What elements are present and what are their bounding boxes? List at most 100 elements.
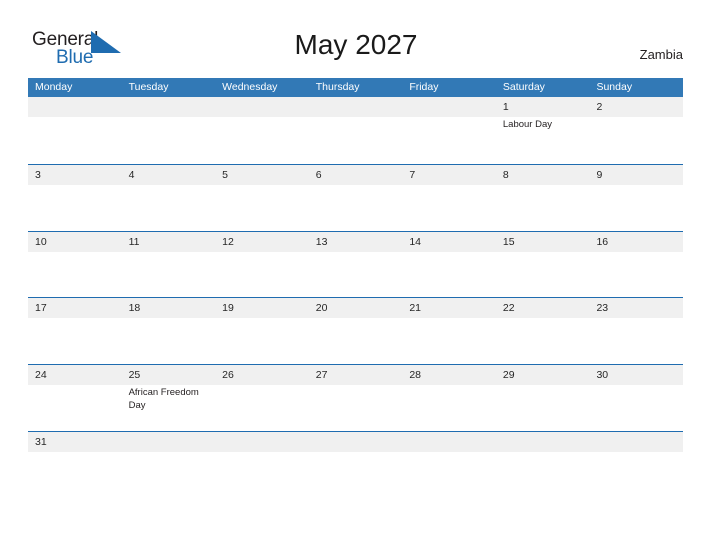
calendar-day-cell-empty bbox=[122, 432, 216, 453]
day-number bbox=[222, 432, 305, 452]
day-number bbox=[129, 97, 212, 117]
day-number: 5 bbox=[222, 168, 228, 181]
calendar-weeks: 1 Labour Day 2 3 4 5 6 7 8 9 10 11 12 13 14 15 16 17 18 19 2… bbox=[28, 97, 683, 453]
page-header: General Blue May 2027 Zambia bbox=[0, 0, 712, 78]
calendar-day-cell[interactable]: 15 bbox=[496, 232, 590, 298]
calendar-day-cell[interactable]: 30 bbox=[589, 365, 683, 431]
day-number: 23 bbox=[596, 302, 609, 315]
day-number bbox=[129, 432, 212, 452]
weekday-header-row: Monday Tuesday Wednesday Thursday Friday… bbox=[28, 78, 683, 97]
calendar-day-cell-empty bbox=[215, 97, 309, 164]
day-number bbox=[409, 432, 492, 452]
day-number bbox=[409, 97, 492, 117]
calendar-day-cell[interactable]: 13 bbox=[309, 232, 403, 298]
calendar-day-cell[interactable]: 31 bbox=[28, 432, 122, 453]
calendar-day-cell-empty bbox=[309, 97, 403, 164]
week-day-cells: 24 25 African Freedom Day 26 27 28 29 30 bbox=[28, 365, 683, 431]
day-number: 8 bbox=[502, 168, 509, 181]
calendar-day-cell[interactable]: 6 bbox=[309, 165, 403, 231]
calendar-day-cell[interactable]: 2 bbox=[589, 97, 683, 164]
week-day-cells: 31 bbox=[28, 432, 683, 453]
calendar-day-cell-empty bbox=[496, 432, 590, 453]
calendar-day-cell-empty bbox=[402, 432, 496, 453]
calendar-day-cell[interactable]: 4 bbox=[122, 165, 216, 231]
day-number: 22 bbox=[502, 302, 515, 315]
day-number: 4 bbox=[128, 168, 135, 181]
weekday-saturday: Saturday bbox=[502, 81, 545, 93]
calendar-day-cell[interactable]: 28 bbox=[402, 365, 496, 431]
day-number: 19 bbox=[222, 302, 234, 315]
day-number: 25 bbox=[128, 369, 141, 382]
weekday-tuesday: Tuesday bbox=[128, 81, 169, 93]
day-number: 12 bbox=[222, 235, 234, 248]
calendar-day-cell[interactable]: 27 bbox=[309, 365, 403, 431]
calendar-day-cell[interactable]: 1 Labour Day bbox=[496, 97, 590, 164]
calendar-day-cell[interactable]: 29 bbox=[496, 365, 590, 431]
weekday-wednesday: Wednesday bbox=[222, 81, 278, 93]
day-number: 27 bbox=[315, 369, 328, 382]
day-number bbox=[503, 432, 586, 452]
calendar-day-cell[interactable]: 24 bbox=[28, 365, 122, 431]
calendar-day-cell-empty bbox=[589, 432, 683, 453]
calendar-day-cell[interactable]: 18 bbox=[122, 298, 216, 364]
calendar-day-cell[interactable]: 25 African Freedom Day bbox=[122, 365, 216, 431]
calendar-day-cell[interactable]: 21 bbox=[402, 298, 496, 364]
page-title: May 2027 bbox=[294, 29, 418, 60]
day-number: 31 bbox=[35, 435, 47, 448]
day-number: 11 bbox=[128, 235, 140, 248]
calendar-day-cell[interactable]: 20 bbox=[309, 298, 403, 364]
calendar-week-row: 10 11 12 13 14 15 16 bbox=[28, 230, 683, 298]
calendar-day-cell[interactable]: 7 bbox=[402, 165, 496, 231]
calendar-day-cell[interactable]: 11 bbox=[122, 232, 216, 298]
day-number: 16 bbox=[596, 235, 609, 248]
day-number bbox=[222, 97, 305, 117]
day-number: 21 bbox=[409, 302, 421, 315]
weekday-monday: Monday bbox=[35, 81, 73, 93]
calendar-day-cell[interactable]: 17 bbox=[28, 298, 122, 364]
week-day-cells: 17 18 19 20 21 22 23 bbox=[28, 298, 683, 364]
calendar-day-cell[interactable]: 14 bbox=[402, 232, 496, 298]
day-number: 2 bbox=[596, 101, 603, 113]
calendar-page: General Blue May 2027 Zambia Monday Tues… bbox=[0, 0, 712, 550]
calendar-day-cell[interactable]: 8 bbox=[496, 165, 590, 231]
day-number: 29 bbox=[502, 369, 515, 382]
day-number: 1 bbox=[502, 101, 509, 113]
weekday-friday: Friday bbox=[409, 81, 439, 93]
calendar-week-row: 17 18 19 20 21 22 23 bbox=[28, 297, 683, 364]
calendar-week-row: 3 4 5 6 7 8 9 bbox=[28, 163, 683, 231]
calendar-day-cell-empty bbox=[215, 432, 309, 453]
day-number: 26 bbox=[222, 369, 234, 382]
calendar-day-cell-empty bbox=[309, 432, 403, 453]
calendar-day-cell[interactable]: 9 bbox=[589, 165, 683, 231]
calendar-day-cell[interactable]: 10 bbox=[28, 232, 122, 298]
day-number: 3 bbox=[35, 168, 41, 181]
day-number: 24 bbox=[35, 369, 47, 382]
calendar-grid: Monday Tuesday Wednesday Thursday Friday… bbox=[28, 78, 683, 453]
country-label: Zambia bbox=[639, 47, 683, 62]
weekday-thursday: Thursday bbox=[315, 81, 360, 93]
calendar-day-cell-empty bbox=[122, 97, 216, 164]
day-number: 15 bbox=[502, 235, 515, 248]
week-day-cells: 3 4 5 6 7 8 9 bbox=[28, 165, 683, 231]
day-number bbox=[35, 97, 118, 117]
calendar-day-cell[interactable]: 23 bbox=[589, 298, 683, 364]
day-number: 28 bbox=[409, 369, 421, 382]
calendar-day-cell[interactable]: 16 bbox=[589, 232, 683, 298]
day-number: 17 bbox=[35, 302, 47, 315]
calendar-week-row: 24 25 African Freedom Day 26 27 28 29 30 bbox=[28, 364, 683, 431]
calendar-day-cell[interactable]: 26 bbox=[215, 365, 309, 431]
calendar-day-cell[interactable]: 12 bbox=[215, 232, 309, 298]
calendar-day-cell[interactable]: 19 bbox=[215, 298, 309, 364]
day-number: 14 bbox=[409, 235, 421, 248]
calendar-day-cell[interactable]: 22 bbox=[496, 298, 590, 364]
day-number: 7 bbox=[409, 168, 416, 181]
calendar-week-row: 1 Labour Day 2 bbox=[28, 97, 683, 164]
day-number bbox=[316, 432, 399, 452]
calendar-day-cell[interactable]: 5 bbox=[215, 165, 309, 231]
day-number: 30 bbox=[596, 369, 609, 382]
week-day-cells: 10 11 12 13 14 15 16 bbox=[28, 232, 683, 298]
calendar-day-cell-empty bbox=[28, 97, 122, 164]
calendar-day-cell[interactable]: 3 bbox=[28, 165, 122, 231]
holiday-label: Labour Day bbox=[502, 119, 553, 130]
holiday-label: African Freedom Day bbox=[128, 387, 199, 411]
